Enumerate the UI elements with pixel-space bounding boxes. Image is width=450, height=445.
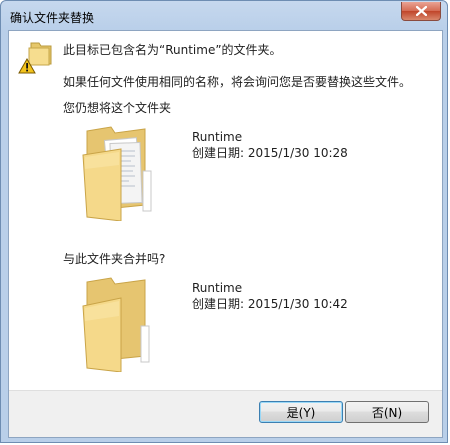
- close-icon: [415, 6, 427, 16]
- dialog-content: 此目标已包含名为“Runtime”的文件夹。 如果任何文件使用相同的名称，将会询…: [8, 30, 443, 438]
- title-bar[interactable]: 确认文件夹替换: [1, 1, 447, 31]
- message-replace-files: 如果任何文件使用相同的名称，将会询问您是否要替换这些文件。: [63, 75, 412, 89]
- message-contains-folder: 此目标已包含名为“Runtime”的文件夹。: [63, 43, 282, 57]
- message-still-want: 您仍想将这个文件夹: [63, 101, 172, 115]
- no-button[interactable]: 否(N): [345, 401, 429, 423]
- close-button[interactable]: [401, 2, 441, 21]
- source-date-label: 创建日期:: [192, 146, 245, 160]
- target-date-value: 2015/1/30 10:42: [247, 297, 348, 311]
- source-date-value: 2015/1/30 10:28: [247, 146, 348, 160]
- dialog-window: 确认文件夹替换 此目标已包含名为“Runtime”的文件夹。 如果任何文件使用相…: [0, 0, 448, 443]
- source-folder-name: Runtime: [192, 130, 243, 144]
- source-folder-date: 创建日期: 2015/1/30 10:28: [192, 145, 348, 161]
- target-folder-info: Runtime 创建日期: 2015/1/30 10:42: [192, 280, 348, 312]
- window-title: 确认文件夹替换: [10, 11, 95, 25]
- target-date-label: 创建日期:: [192, 297, 245, 311]
- warning-folder-icon: [18, 42, 52, 74]
- target-folder-name: Runtime: [192, 281, 243, 295]
- target-folder-date: 创建日期: 2015/1/30 10:42: [192, 296, 348, 312]
- folder-with-files-icon: [82, 126, 152, 221]
- source-folder-info: Runtime 创建日期: 2015/1/30 10:28: [192, 129, 348, 161]
- folder-icon: [82, 277, 150, 372]
- message-merge-question: 与此文件夹合并吗?: [63, 252, 166, 266]
- button-bar: 是(Y) 否(N): [9, 390, 442, 437]
- yes-button[interactable]: 是(Y): [259, 401, 343, 423]
